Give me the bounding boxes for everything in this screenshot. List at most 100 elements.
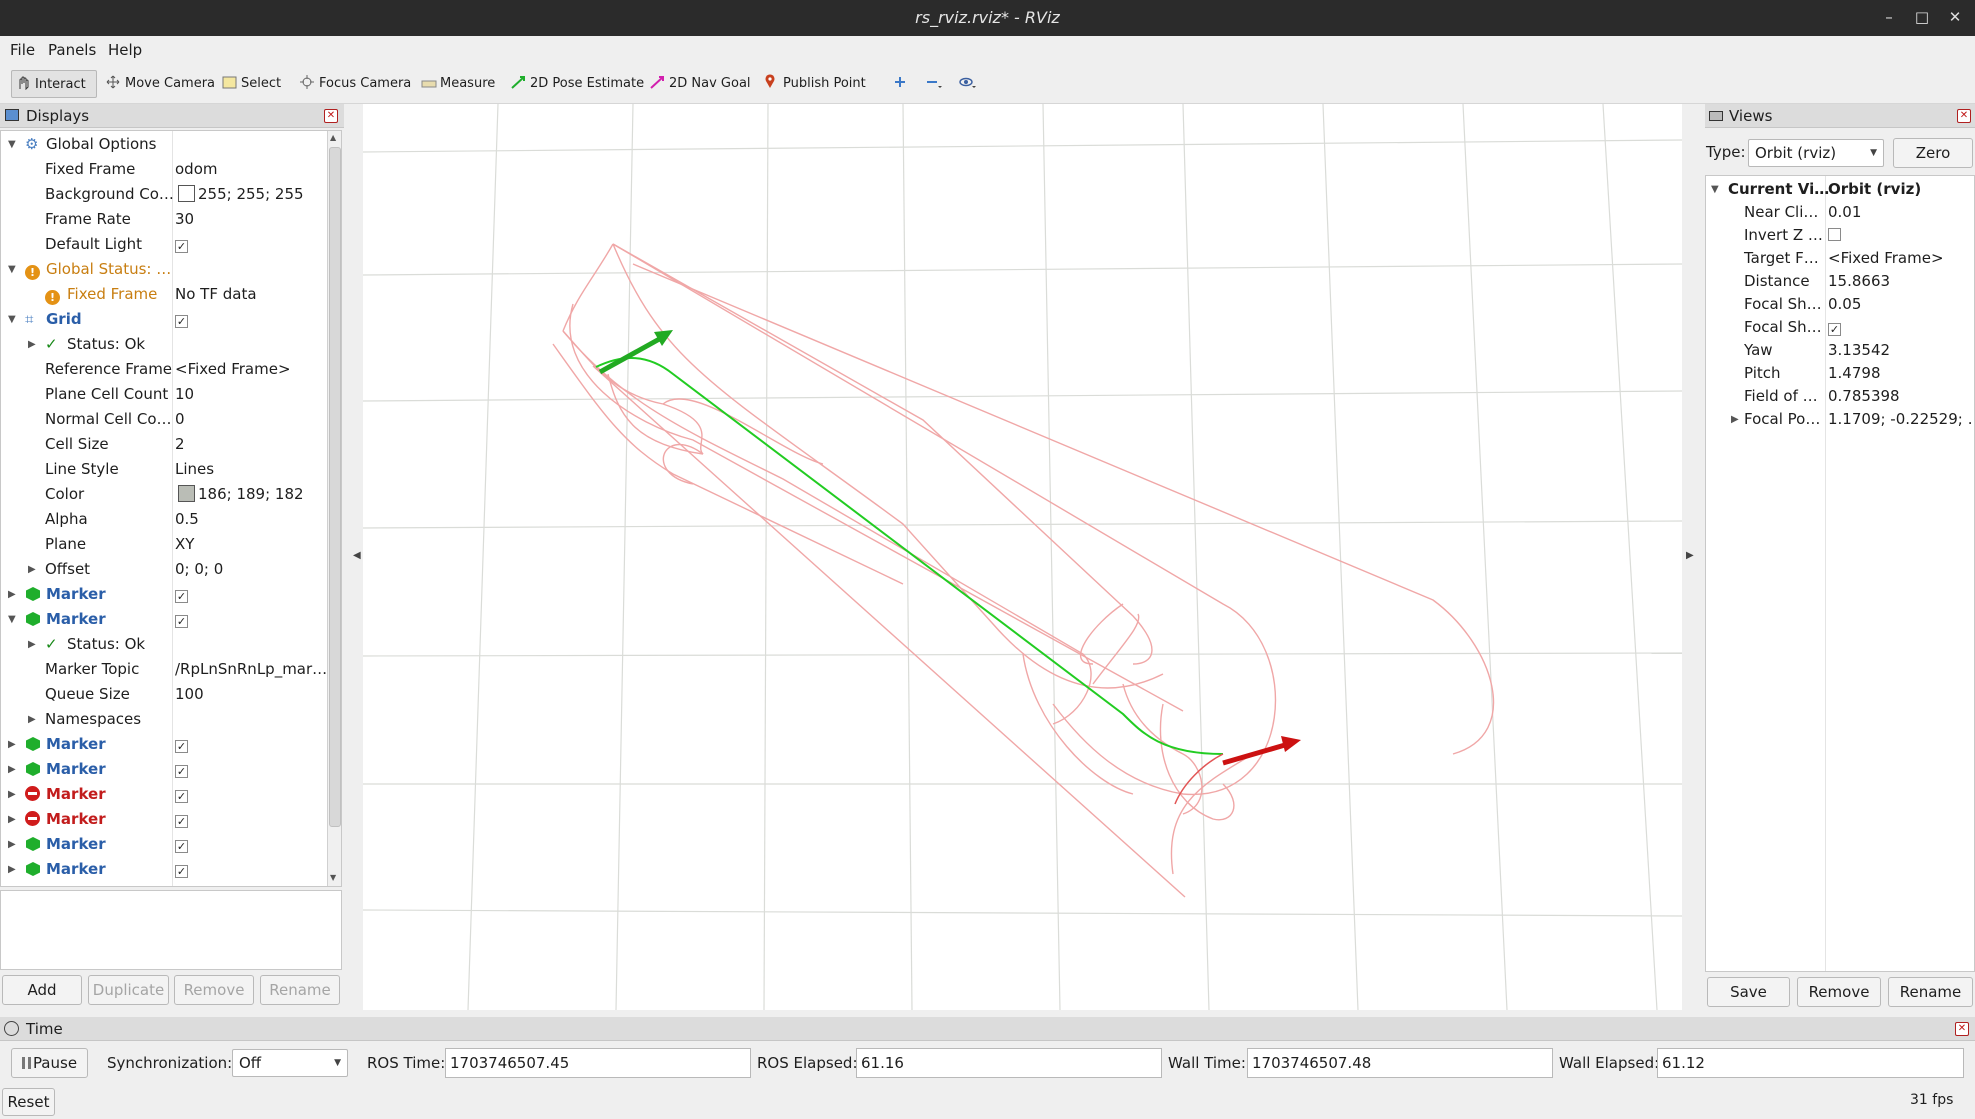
grid-checkbox[interactable]: ✓ (175, 315, 188, 328)
menu-file[interactable]: File (10, 41, 35, 59)
background-color-value[interactable]: 255; 255; 255 (198, 185, 304, 203)
marker-checkbox[interactable]: ✓ (175, 765, 188, 778)
near-clip-value[interactable]: 0.01 (1828, 200, 1861, 225)
alpha-value[interactable]: 0.5 (175, 507, 199, 532)
color-value[interactable]: 186; 189; 182 (198, 485, 304, 503)
view-row-yaw[interactable]: Yaw 3.13542 (1706, 338, 1974, 363)
focal-point-value[interactable]: 1.1709; -0.22529; … (1828, 407, 1974, 432)
ros-time-field[interactable]: 1703746507.45 (445, 1048, 751, 1078)
tree-row-queue-size[interactable]: Queue Size 100 (1, 682, 326, 707)
displays-scroll-thumb[interactable] (329, 147, 341, 827)
tree-row-marker-8[interactable]: ▶ Marker ✓ (1, 857, 326, 882)
remove-display-button[interactable]: Remove (174, 975, 254, 1005)
displays-scrollbar[interactable]: ▲ ▼ (327, 131, 341, 886)
invert-z-checkbox[interactable] (1828, 228, 1841, 241)
view-row-field-of-view[interactable]: Field of … 0.785398 (1706, 384, 1974, 409)
tree-row-fixed-frame-status[interactable]: ! Fixed Frame No TF data (1, 282, 326, 307)
marker-checkbox[interactable]: ✓ (175, 815, 188, 828)
publish-point-tool[interactable]: Publish Point (760, 70, 866, 98)
cell-size-value[interactable]: 2 (175, 432, 185, 457)
tree-row-default-light[interactable]: Default Light ✓ (1, 232, 326, 257)
time-close-icon[interactable]: ✕ (1955, 1022, 1969, 1036)
tree-row-marker-7[interactable]: ▶ Marker ✓ (1, 832, 326, 857)
tree-row-cell-size[interactable]: Cell Size 2 (1, 432, 326, 457)
nav-goal-tool[interactable]: 2D Nav Goal (646, 70, 751, 98)
color-swatch-grey[interactable] (178, 485, 195, 502)
tree-row-fixed-frame[interactable]: Fixed Frame odom (1, 157, 326, 182)
rename-view-button[interactable]: Rename (1888, 977, 1973, 1007)
move-camera-tool[interactable]: Move Camera (102, 70, 215, 98)
tree-row-grid[interactable]: ▼ ⌗ Grid ✓ (1, 307, 326, 332)
tree-row-plane-cell-count[interactable]: Plane Cell Count 10 (1, 382, 326, 407)
fixed-frame-value[interactable]: odom (175, 157, 218, 182)
normal-cell-count-value[interactable]: 0 (175, 407, 185, 432)
view-row-focal-point[interactable]: ▶ Focal Po… 1.1709; -0.22529; … (1706, 407, 1974, 432)
marker-checkbox[interactable]: ✓ (175, 840, 188, 853)
tree-row-color[interactable]: Color 186; 189; 182 (1, 482, 326, 507)
tree-row-namespaces[interactable]: ▶ Namespaces (1, 707, 326, 732)
marker-checkbox[interactable]: ✓ (175, 740, 188, 753)
displays-close-icon[interactable]: ✕ (324, 109, 338, 123)
wall-time-field[interactable]: 1703746507.48 (1247, 1048, 1553, 1078)
interact-tool[interactable]: Interact (11, 70, 97, 98)
tree-row-frame-rate[interactable]: Frame Rate 30 (1, 207, 326, 232)
reference-frame-value[interactable]: <Fixed Frame> (175, 357, 291, 382)
view-row-focal-shape-fixed[interactable]: Focal Sh… ✓ (1706, 315, 1974, 340)
target-frame-value[interactable]: <Fixed Frame> (1828, 246, 1944, 271)
focus-camera-tool[interactable]: Focus Camera (296, 70, 411, 98)
minimize-button[interactable]: – (1878, 6, 1900, 28)
save-view-button[interactable]: Save (1707, 977, 1790, 1007)
pitch-value[interactable]: 1.4798 (1828, 361, 1881, 386)
frame-rate-value[interactable]: 30 (175, 207, 194, 232)
view-row-near-clip[interactable]: Near Cli… 0.01 (1706, 200, 1974, 225)
plane-value[interactable]: XY (175, 532, 194, 557)
rename-display-button[interactable]: Rename (260, 975, 340, 1005)
tree-row-marker-topic[interactable]: Marker Topic /RpLnSnRnLp_mar… (1, 657, 327, 682)
pause-button[interactable]: Pause (11, 1048, 88, 1078)
add-tool-button[interactable] (889, 70, 913, 98)
tool-properties-button[interactable] (955, 70, 983, 98)
default-light-checkbox[interactable]: ✓ (175, 240, 188, 253)
marker-checkbox[interactable]: ✓ (175, 615, 188, 628)
yaw-value[interactable]: 3.13542 (1828, 338, 1890, 363)
tree-row-alpha[interactable]: Alpha 0.5 (1, 507, 326, 532)
marker-topic-value[interactable]: /RpLnSnRnLp_mar… (175, 657, 327, 682)
tree-row-reference-frame[interactable]: Reference Frame <Fixed Frame> (1, 357, 326, 382)
view-row-distance[interactable]: Distance 15.8663 (1706, 269, 1974, 294)
tree-row-marker-1[interactable]: ▶ Marker ✓ (1, 582, 326, 607)
select-tool[interactable]: Select (218, 70, 281, 98)
view-row-invert-z[interactable]: Invert Z … (1706, 223, 1974, 248)
tree-row-marker-5[interactable]: ▶ Marker ✓ (1, 782, 326, 807)
tree-row-background-color[interactable]: Background Co… 255; 255; 255 (1, 182, 326, 207)
collapse-right-arrow[interactable]: ▶ (1686, 550, 1694, 561)
measure-tool[interactable]: Measure (417, 70, 495, 98)
marker-checkbox[interactable]: ✓ (175, 590, 188, 603)
marker-checkbox[interactable]: ✓ (175, 865, 188, 878)
scene-canvas[interactable] (362, 103, 1683, 1011)
tree-row-plane[interactable]: Plane XY (1, 532, 326, 557)
menu-panels[interactable]: Panels (48, 41, 96, 59)
tree-row-line-style[interactable]: Line Style Lines (1, 457, 326, 482)
tree-row-marker-status[interactable]: ▶ ✓ Status: Ok (1, 632, 326, 657)
line-style-value[interactable]: Lines (175, 457, 214, 482)
zero-button[interactable]: Zero (1893, 138, 1973, 168)
add-display-button[interactable]: Add (2, 975, 82, 1005)
tree-row-grid-status[interactable]: ▶ ✓ Status: Ok (1, 332, 326, 357)
collapse-left-arrow[interactable]: ◀ (353, 550, 361, 561)
tree-row-offset[interactable]: ▶ Offset 0; 0; 0 (1, 557, 326, 582)
close-window-button[interactable]: ✕ (1944, 6, 1966, 28)
duplicate-display-button[interactable]: Duplicate (88, 975, 169, 1005)
view-row-pitch[interactable]: Pitch 1.4798 (1706, 361, 1974, 386)
reset-button[interactable]: Reset (2, 1088, 55, 1116)
tree-row-marker-4[interactable]: ▶ Marker ✓ (1, 757, 326, 782)
color-swatch-white[interactable] (178, 185, 195, 202)
view-row-target-frame[interactable]: Target F… <Fixed Frame> (1706, 246, 1974, 271)
plane-cell-count-value[interactable]: 10 (175, 382, 194, 407)
views-close-icon[interactable]: ✕ (1957, 109, 1971, 123)
view-row-current-view[interactable]: ▼ Current Vi… Orbit (rviz) (1706, 177, 1974, 202)
tree-row-global-options[interactable]: ▼ ⚙ Global Options (1, 132, 326, 157)
pose-estimate-tool[interactable]: 2D Pose Estimate (507, 70, 644, 98)
tree-row-marker-3[interactable]: ▶ Marker ✓ (1, 732, 326, 757)
render-viewport[interactable] (362, 103, 1683, 1011)
view-type-select[interactable]: Orbit (rviz) ▼ (1748, 139, 1884, 167)
